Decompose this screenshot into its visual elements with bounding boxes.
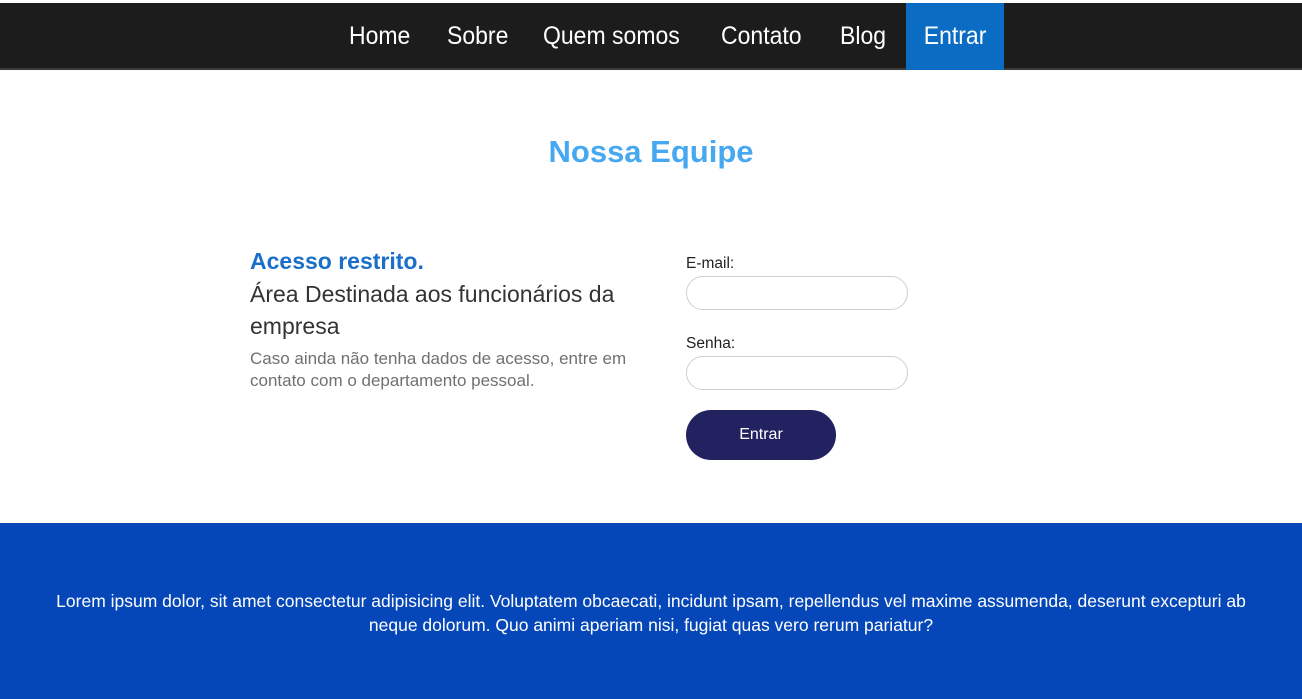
access-note: Caso ainda não tenha dados de acesso, en… bbox=[250, 349, 627, 390]
restricted-access-info: Acesso restrito. Área Destinada aos func… bbox=[250, 246, 670, 392]
nav-item-blog[interactable]: Blog bbox=[840, 3, 886, 70]
nav-item-quem-somos[interactable]: Quem somos bbox=[543, 3, 680, 70]
nav-item-sobre[interactable]: Sobre bbox=[447, 3, 508, 70]
top-navbar: Home Sobre Quem somos Contato Blog Entra… bbox=[0, 3, 1302, 70]
login-button[interactable]: Entrar bbox=[686, 410, 836, 460]
login-form: E-mail: Senha: Entrar bbox=[686, 254, 916, 460]
restricted-heading: Acesso restrito. bbox=[250, 248, 424, 274]
nav-item-entrar[interactable]: Entrar bbox=[906, 3, 1004, 70]
email-field[interactable] bbox=[686, 276, 908, 310]
nav-item-contato[interactable]: Contato bbox=[721, 3, 802, 70]
nav-item-home[interactable]: Home bbox=[349, 3, 410, 70]
restricted-subheading: Área Destinada aos funcionários da empre… bbox=[250, 281, 615, 339]
main-nav: Home Sobre Quem somos Contato Blog Entra… bbox=[0, 3, 1302, 70]
nav-item-entrar-label: Entrar bbox=[923, 22, 987, 50]
password-label: Senha: bbox=[686, 335, 736, 352]
email-label: E-mail: bbox=[686, 255, 735, 272]
page-title: Nossa Equipe bbox=[548, 134, 754, 169]
password-field[interactable] bbox=[686, 356, 908, 390]
footer: Lorem ipsum dolor, sit amet consectetur … bbox=[0, 523, 1302, 699]
footer-text: Lorem ipsum dolor, sit amet consectetur … bbox=[56, 591, 1246, 635]
